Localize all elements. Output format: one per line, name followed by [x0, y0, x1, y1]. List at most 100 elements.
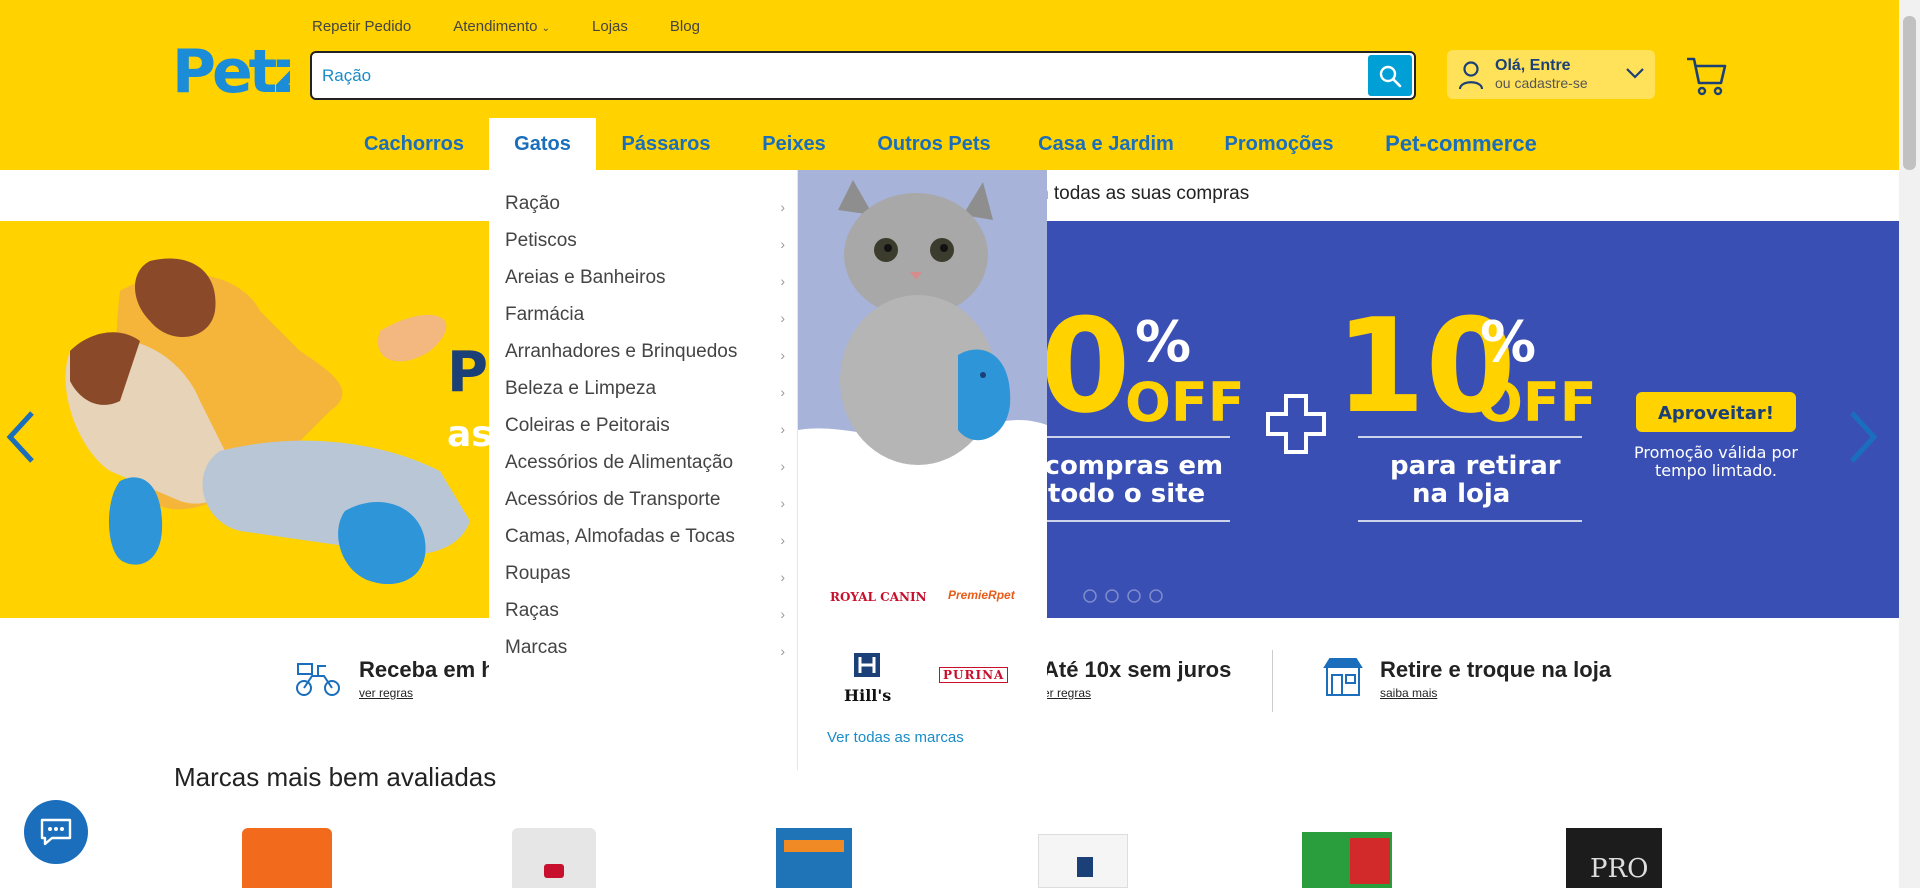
stores-link[interactable]: Lojas [592, 18, 628, 35]
chevron-down-icon: ⌄ [541, 23, 551, 34]
brand-hills: Hill's [844, 686, 892, 705]
dropdown-item-label: Acessórios de Transporte [505, 489, 721, 510]
carousel-dot [1127, 589, 1141, 603]
hero-note-1: Promoção válida por [1634, 443, 1798, 462]
dropdown-item-label: Camas, Almofadas e Tocas [505, 526, 735, 547]
tab-promocoes[interactable]: Promoções [1220, 118, 1338, 170]
product-thumbnail[interactable]: PRO [1566, 828, 1662, 888]
dropdown-item-racao[interactable]: Ração › [505, 192, 785, 229]
search-button[interactable] [1368, 55, 1412, 96]
brand-products-row: PRO [0, 826, 1899, 888]
product-thumbnail[interactable] [776, 828, 852, 888]
dropdown-item-label: Farmácia [505, 304, 585, 325]
dropdown-item-racas[interactable]: Raças › [505, 599, 785, 636]
offer1-sub-2: todo o site [1048, 479, 1205, 509]
search-input[interactable] [322, 61, 1332, 91]
dropdown-category-list: Ração › Petiscos › Areias e Banheiros › Far… [489, 170, 798, 770]
tab-passaros[interactable]: Pássaros [614, 118, 718, 170]
chevron-right-icon: › [780, 606, 785, 622]
hero-left-text-1: P [447, 340, 488, 405]
dropdown-item-farmacia[interactable]: Farmácia › [505, 303, 785, 340]
product-thumbnail[interactable] [242, 828, 332, 888]
chevron-right-icon: › [780, 532, 785, 548]
promo-strip-text: n todas as suas compras [1038, 183, 1250, 204]
cat-promo-image[interactable] [798, 170, 1047, 500]
dropdown-item-label: Raças [505, 600, 559, 621]
top-links: Repetir Pedido Atendimento ⌄ Lojas Blog [312, 18, 700, 35]
benefit-installments-link[interactable]: er regras [1043, 686, 1091, 700]
repeat-order-link[interactable]: Repetir Pedido [312, 18, 411, 35]
product-thumbnail[interactable] [1038, 834, 1128, 888]
chevron-right-icon: › [780, 458, 785, 474]
tab-cachorros[interactable]: Cachorros [352, 118, 476, 170]
dropdown-item-roupas[interactable]: Roupas › [505, 562, 785, 599]
chevron-right-icon: › [780, 273, 785, 289]
chat-icon [40, 818, 72, 846]
dropdown-item-transporte[interactable]: Acessórios de Transporte › [505, 488, 785, 525]
offer1-number: 0 [1040, 290, 1130, 442]
site-header: Repetir Pedido Atendimento ⌄ Lojas Blog … [0, 0, 1899, 170]
tab-casa-e-jardim[interactable]: Casa e Jardim [1036, 118, 1176, 170]
see-all-brands-link[interactable]: Ver todas as marcas [827, 729, 964, 746]
dropdown-item-label: Petiscos [505, 230, 577, 251]
chevron-right-icon: › [780, 347, 785, 363]
dropdown-item-coleiras[interactable]: Coleiras e Peitorais › [505, 414, 785, 451]
tab-pet-commerce[interactable]: Pet-commerce [1378, 118, 1544, 170]
chevron-right-icon: › [780, 421, 785, 437]
brand-hills-logo[interactable]: Hill's [844, 653, 892, 705]
page-scrollbar[interactable] [1899, 0, 1920, 888]
cat-illustration [798, 180, 1047, 500]
tab-outros-pets[interactable]: Outros Pets [870, 118, 998, 170]
petz-logo[interactable]: Petz [172, 36, 310, 107]
cart-icon [1687, 57, 1727, 96]
dropdown-item-label: Marcas [505, 637, 568, 658]
hero-cta-label: Aproveitar! [1658, 403, 1774, 424]
dropdown-item-beleza[interactable]: Beleza e Limpeza › [505, 377, 785, 414]
product-thumbnail[interactable] [512, 828, 596, 888]
plus-icon [1266, 394, 1326, 454]
brand-purina[interactable]: PURINA [939, 667, 1009, 683]
dropdown-item-label: Coleiras e Peitorais [505, 415, 670, 436]
benefit-delivery-link[interactable]: ver regras [359, 686, 413, 700]
dropdown-item-label: Beleza e Limpeza [505, 378, 657, 399]
blog-link[interactable]: Blog [670, 18, 700, 35]
search-bar [310, 51, 1416, 100]
chevron-right-icon: › [780, 495, 785, 511]
dropdown-item-marcas[interactable]: Marcas › [505, 636, 785, 673]
motorcycle-icon [296, 663, 340, 696]
account-greeting: Olá, Entre [1495, 57, 1571, 74]
dropdown-item-camas[interactable]: Camas, Almofadas e Tocas › [505, 525, 785, 562]
benefit-divider [1272, 650, 1273, 712]
dropdown-item-label: Arranhadores e Brinquedos [505, 341, 738, 362]
tab-peixes[interactable]: Peixes [754, 118, 834, 170]
brand-premierpet[interactable]: PremieRpet [948, 588, 1015, 602]
svg-text:Petz: Petz [172, 37, 290, 102]
product-thumbnail[interactable] [1302, 832, 1392, 888]
offer2-sub-2: na loja [1412, 479, 1510, 509]
store-icon [1323, 658, 1363, 696]
support-link[interactable]: Atendimento ⌄ [453, 18, 550, 35]
brand-royal-canin[interactable]: ROYAL CANIN [830, 590, 927, 604]
account-menu[interactable]: Olá, Entre ou cadastre-se [1447, 50, 1655, 99]
benefit-pickup-link[interactable]: saiba mais [1380, 686, 1437, 700]
carousel-prev-arrow-icon[interactable] [6, 411, 36, 463]
dropdown-item-petiscos[interactable]: Petiscos › [505, 229, 785, 266]
dropdown-item-arranhadores[interactable]: Arranhadores e Brinquedos › [505, 340, 785, 377]
hero-right-banner[interactable]: 0 % OFF s compras em todo o site 10 % OF… [1000, 221, 1899, 618]
chevron-right-icon: › [780, 569, 785, 585]
dropdown-item-areias[interactable]: Areias e Banheiros › [505, 266, 785, 303]
chevron-down-icon [1626, 68, 1644, 79]
account-signup: ou cadastre-se [1495, 75, 1588, 91]
chevron-right-icon: › [780, 310, 785, 326]
hero-offer-graphic: 0 % OFF s compras em todo o site 10 % OF… [1020, 290, 1798, 603]
scrollbar-thumb[interactable] [1903, 16, 1916, 170]
dropdown-item-alimentacao[interactable]: Acessórios de Alimentação › [505, 451, 785, 488]
offer1-off: OFF [1125, 371, 1245, 434]
hills-icon [854, 653, 880, 677]
carousel-next-arrow-icon[interactable] [1848, 411, 1878, 463]
tab-gatos[interactable]: Gatos [489, 118, 596, 170]
chat-button[interactable] [24, 800, 88, 864]
cart-button[interactable] [1685, 55, 1729, 102]
offer2-percent: % [1480, 310, 1536, 375]
search-icon [1379, 65, 1402, 87]
